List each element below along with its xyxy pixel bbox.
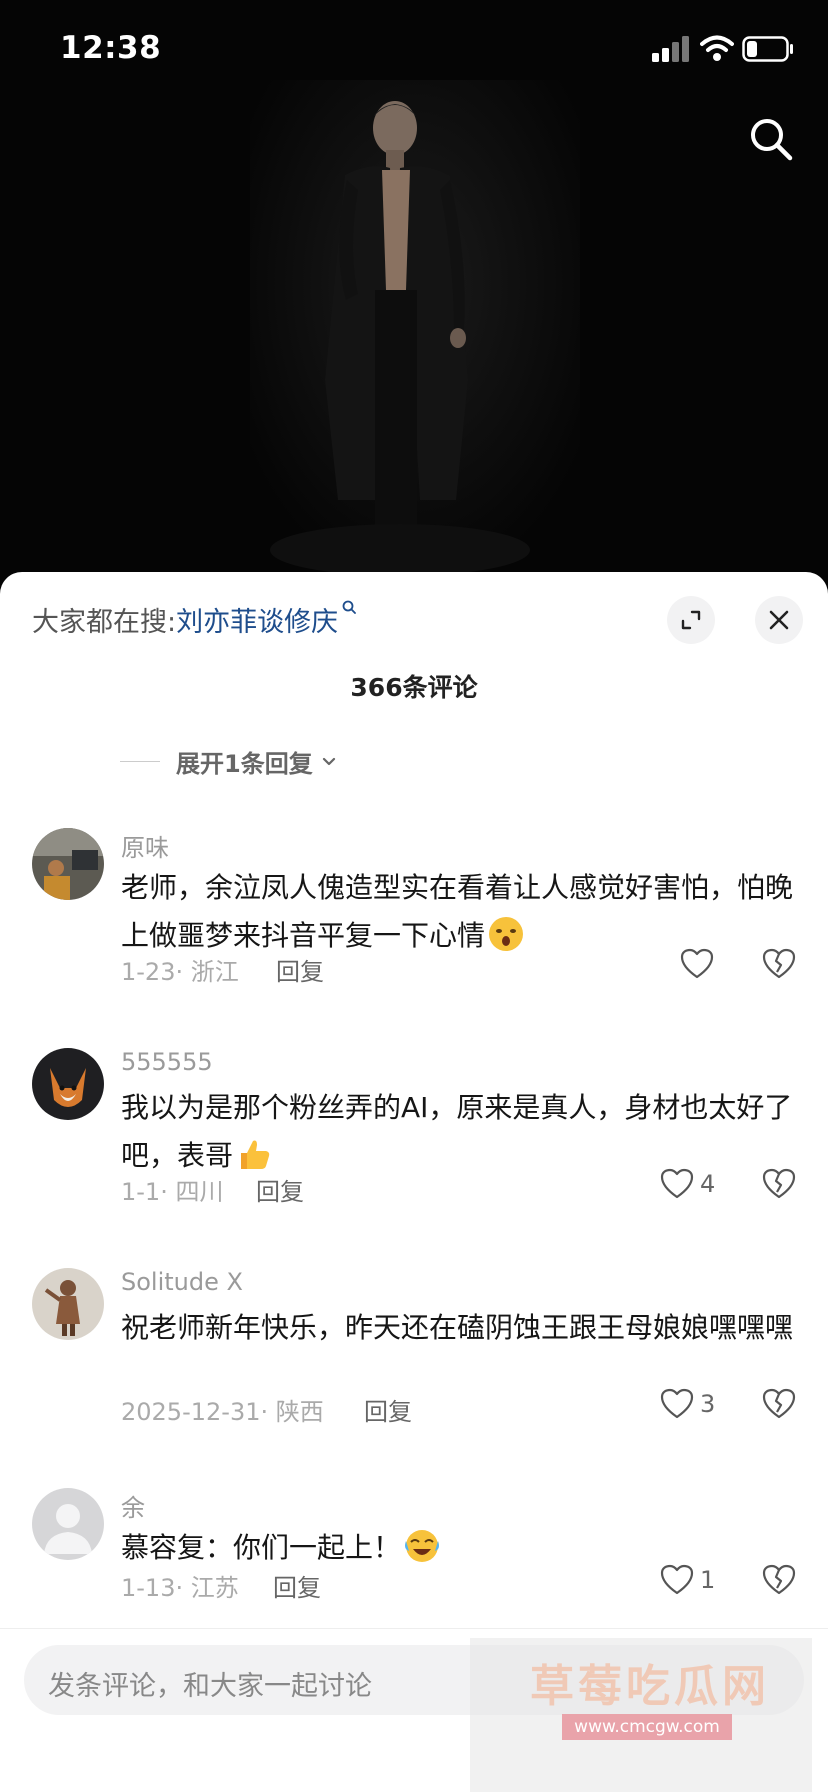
close-icon	[769, 610, 789, 630]
battery-icon	[742, 36, 793, 62]
close-button[interactable]	[755, 596, 803, 644]
comment-meta: 1-23· 浙江	[121, 958, 239, 986]
comment-text-body: 老师，余泣凤人傀造型实在看着让人感觉好害怕，怕晚上做噩梦来抖音平复一下心情	[121, 871, 794, 952]
comment-username[interactable]: 555555	[121, 1048, 213, 1076]
status-bar: 12:38	[0, 0, 828, 100]
broken-heart-icon[interactable]	[762, 1564, 796, 1596]
reply-button[interactable]: 回复	[256, 1172, 304, 1207]
expand-replies-button[interactable]: 展开1条回复	[120, 744, 337, 779]
comment-meta: 1-13· 江苏	[121, 1574, 239, 1602]
expand-sheet-button[interactable]	[667, 596, 715, 644]
comment-item: 余 慕容复：你们一起上！ 1-13· 江苏 回复 1	[0, 1488, 828, 1628]
like-button[interactable]	[680, 948, 720, 980]
wifi-icon	[700, 35, 734, 61]
trending-prefix: 大家都在搜:	[32, 607, 177, 638]
like-count: 1	[700, 1566, 716, 1594]
comment-input-placeholder: 发条评论，和大家一起讨论	[48, 1671, 372, 1702]
like-count: 3	[700, 1390, 716, 1418]
search-icon[interactable]	[748, 116, 794, 162]
reply-button[interactable]: 回复	[364, 1392, 412, 1427]
comment-meta: 1-1· 四川	[121, 1178, 224, 1206]
shocked-face-emoji-icon	[489, 917, 524, 951]
comment-text: 祝老师新年快乐，昨天还在磕阴蚀王跟王母娘娘嘿嘿嘿	[121, 1311, 794, 1344]
status-time: 12:38	[60, 30, 162, 66]
default-avatar-icon	[32, 1488, 104, 1560]
cellular-signal-icon	[652, 36, 689, 62]
comment-item: 原味 老师，余泣凤人傀造型实在看着让人感觉好害怕，怕晚上做噩梦来抖音平复一下心情…	[0, 828, 828, 988]
trending-search[interactable]: 大家都在搜:刘亦菲谈修庆	[32, 600, 357, 639]
like-button[interactable]: 3	[660, 1388, 715, 1420]
comment-text-body: 我以为是那个粉丝弄的AI，原来是真人，身材也太好了吧，表哥	[121, 1091, 793, 1172]
small-search-icon	[342, 600, 357, 614]
reply-button[interactable]: 回复	[273, 1568, 321, 1603]
heart-icon	[680, 948, 714, 979]
avatar-image	[32, 1268, 104, 1340]
reply-button[interactable]: 回复	[276, 952, 324, 987]
avatar[interactable]	[32, 1048, 104, 1120]
thumbs-up-emoji-icon	[241, 1140, 270, 1169]
trending-term[interactable]: 刘亦菲谈修庆	[176, 607, 338, 638]
comment-text-body: 慕容复：你们一起上！	[121, 1531, 402, 1564]
like-button[interactable]: 4	[660, 1168, 715, 1200]
video-frame-person	[250, 80, 580, 590]
watermark-url: www.cmcgw.com	[562, 1714, 732, 1740]
avatar[interactable]	[32, 1488, 104, 1560]
comment-username[interactable]: 余	[121, 1488, 145, 1523]
broken-heart-icon[interactable]	[762, 1388, 796, 1420]
avatar-image	[32, 828, 104, 900]
broken-heart-icon[interactable]	[762, 948, 796, 980]
comment-count: 366条评论	[350, 673, 478, 702]
heart-icon	[660, 1168, 694, 1199]
comment-text: 老师，余泣凤人傀造型实在看着让人感觉好害怕，怕晚上做噩梦来抖音平复一下心情	[121, 864, 801, 960]
broken-heart-icon[interactable]	[762, 1168, 796, 1200]
avatar[interactable]	[32, 1268, 104, 1340]
expand-replies-label: 展开1条回复	[176, 750, 313, 778]
heart-icon	[660, 1388, 694, 1419]
comment-username[interactable]: Solitude X	[121, 1268, 243, 1296]
crying-laughing-emoji-icon	[405, 1530, 440, 1562]
comment-sheet: 大家都在搜:刘亦菲谈修庆 366条评论 展开1条回复 原味 老师，余泣凤人傀造型…	[0, 572, 828, 1792]
comment-text: 我以为是那个粉丝弄的AI，原来是真人，身材也太好了吧，表哥	[121, 1084, 801, 1180]
like-button[interactable]: 1	[660, 1564, 715, 1596]
heart-icon	[660, 1564, 694, 1595]
avatar-image	[32, 1048, 104, 1120]
comment-item: 555555 我以为是那个粉丝弄的AI，原来是真人，身材也太好了吧，表哥 1-1…	[0, 1048, 828, 1208]
site-watermark: 草莓吃瓜网 www.cmcgw.com	[470, 1638, 812, 1792]
comment-item: Solitude X 祝老师新年快乐，昨天还在磕阴蚀王跟王母娘娘嘿嘿嘿 2025…	[0, 1268, 828, 1428]
video-player[interactable]: 12:38	[0, 0, 828, 590]
watermark-title: 草莓吃瓜网	[530, 1661, 770, 1712]
expand-icon	[681, 610, 701, 630]
comment-meta: 2025-12-31· 陕西	[121, 1398, 324, 1426]
divider-line	[120, 761, 160, 762]
like-count: 4	[700, 1170, 716, 1198]
comment-username[interactable]: 原味	[121, 828, 169, 863]
chevron-down-icon	[322, 757, 335, 765]
avatar[interactable]	[32, 828, 104, 900]
